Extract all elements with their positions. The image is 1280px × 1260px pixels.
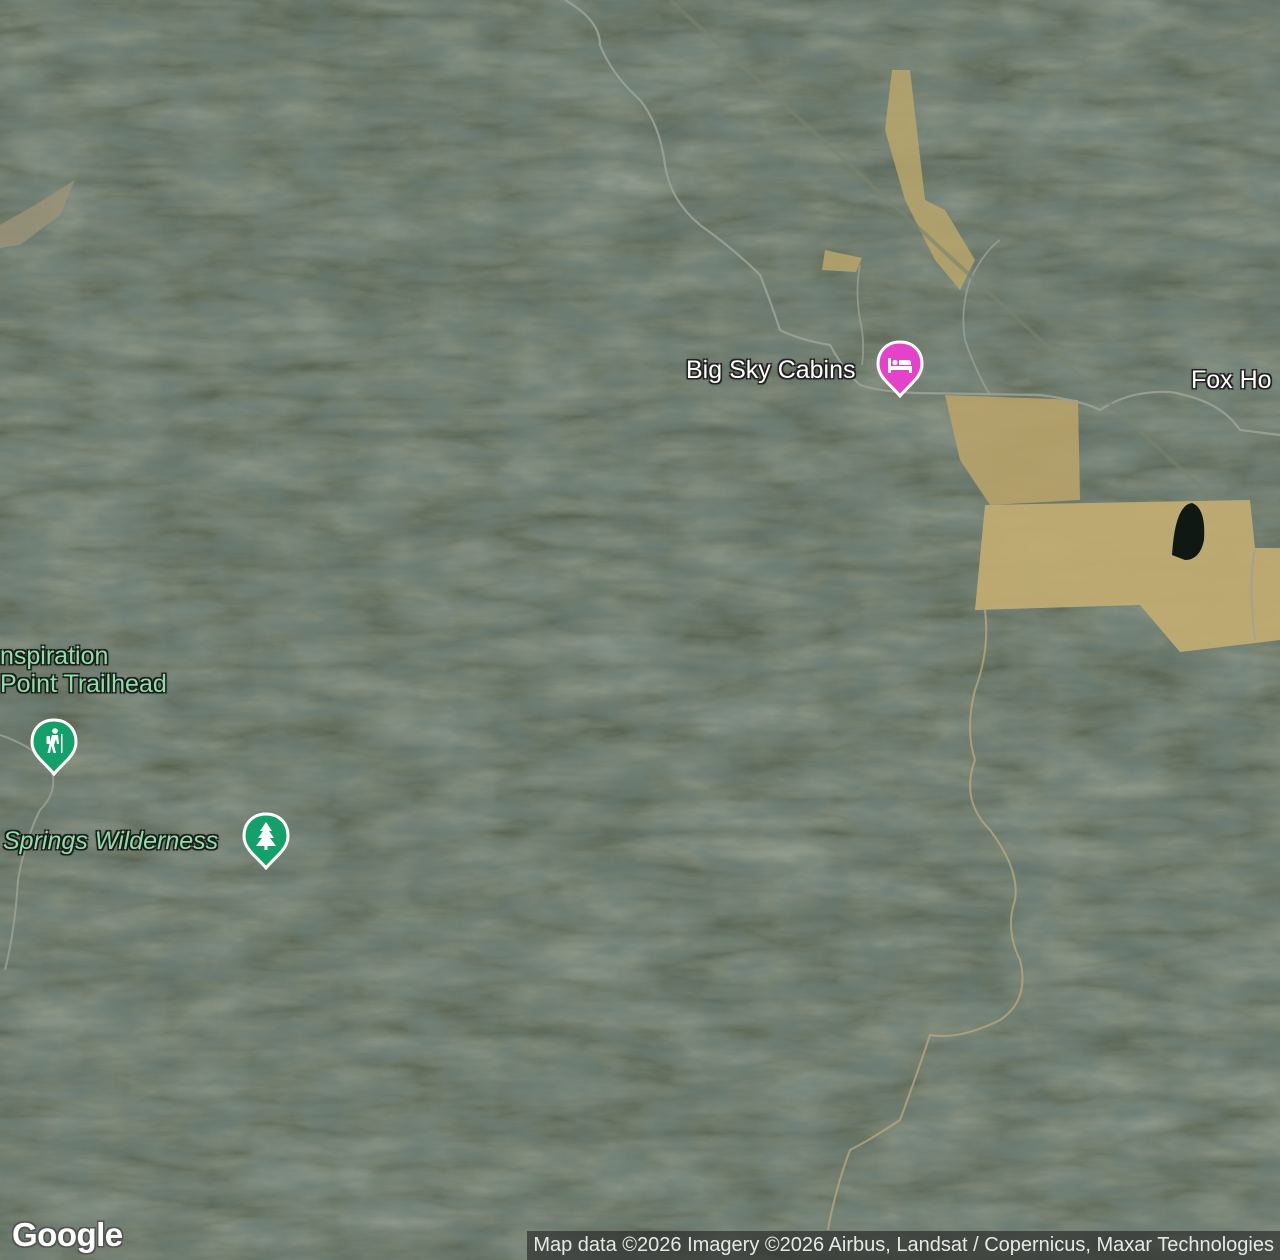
map-attribution[interactable]: Map data ©2026 Imagery ©2026 Airbus, Lan… [527,1231,1280,1260]
trailhead-pin[interactable] [28,718,80,776]
place-label-trailhead-line1[interactable]: nspiration [0,643,108,670]
map-canvas[interactable]: Big Sky Cabins Fox Ho nspiration Point T… [0,0,1280,1260]
google-logo: Google [12,1216,123,1253]
place-label-fox-hollow[interactable]: Fox Ho [1191,367,1272,394]
park-pin[interactable] [240,812,292,870]
lodging-pin[interactable] [874,340,926,398]
tree-icon [242,812,290,870]
satellite-imagery [0,0,1280,1260]
place-label-springs-wilderness[interactable]: Springs Wilderness [3,828,218,855]
hiker-icon [30,718,78,776]
place-label-big-sky-cabins[interactable]: Big Sky Cabins [686,357,856,384]
place-label-trailhead-line2[interactable]: Point Trailhead [0,671,167,698]
bed-icon [876,340,924,398]
